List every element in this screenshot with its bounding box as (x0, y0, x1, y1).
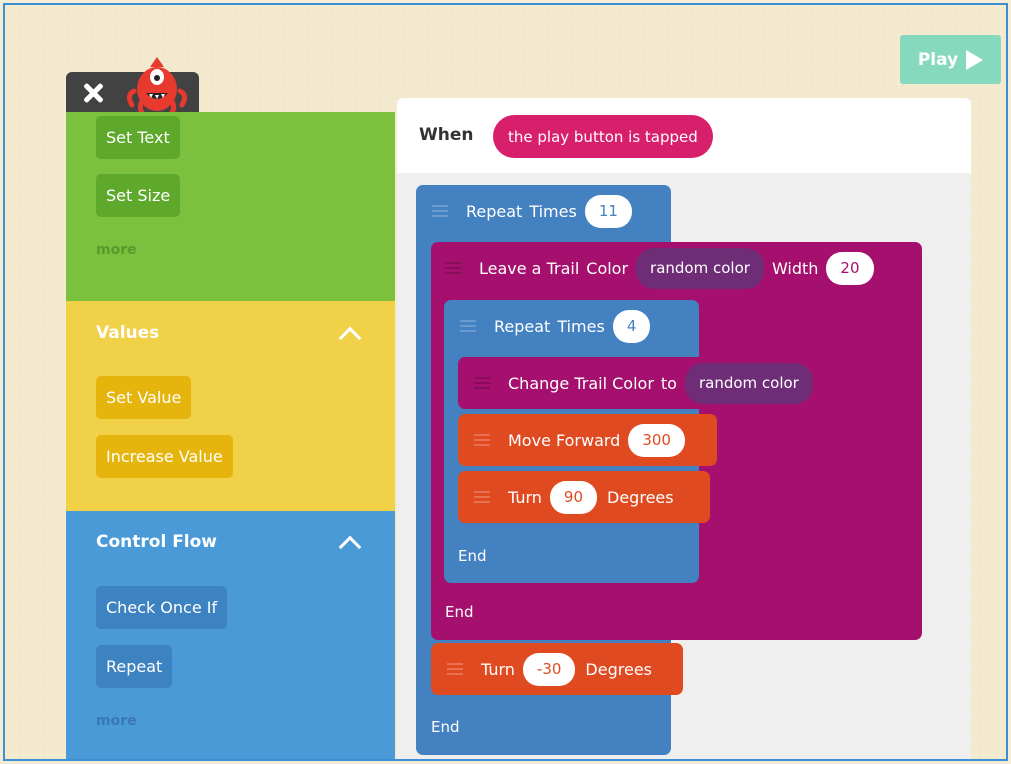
change-trail-row: Change Trail Color to random color (474, 357, 821, 409)
when-label: When (419, 125, 474, 145)
when-rule-bar: When the play button is tapped (397, 98, 971, 173)
move-forward-row: Move Forward 300 (474, 414, 685, 466)
turn-row: Turn 90 Degrees (474, 471, 674, 523)
play-icon (966, 49, 984, 70)
move-forward-label: Move Forward (508, 430, 621, 450)
to-label: to (660, 373, 677, 393)
palette-section-values: Values Set Value Increase Value (66, 301, 395, 511)
drag-handle-icon[interactable] (474, 377, 490, 389)
angle-input[interactable]: 90 (549, 480, 598, 514)
app-frame: Play Set Text Set Size more Values Set V… (3, 3, 1008, 761)
degrees-label: Degrees (607, 487, 674, 507)
leave-trail-header: Leave a Trail Color random color Width 2… (445, 242, 874, 294)
turn-row: Turn -30 Degrees (447, 643, 652, 695)
end-label: End (431, 718, 460, 736)
close-icon[interactable] (80, 80, 106, 106)
leave-trail-label: Leave a Trail (479, 258, 580, 278)
drag-handle-icon[interactable] (447, 663, 463, 675)
repeat-block[interactable]: Repeat (96, 645, 173, 688)
monster-mascot-icon (126, 57, 188, 116)
angle-input[interactable]: -30 (522, 652, 576, 686)
distance-input[interactable]: 300 (628, 423, 685, 457)
times-label: Times (529, 201, 577, 221)
color-value-input[interactable]: random color (636, 247, 764, 289)
drag-handle-icon[interactable] (474, 491, 490, 503)
event-trigger-pill[interactable]: the play button is tapped (493, 115, 713, 158)
turn-block-outer[interactable]: Turn -30 Degrees (431, 643, 683, 695)
change-trail-label: Change Trail Color (508, 373, 654, 393)
turn-label: Turn (508, 487, 542, 507)
drag-handle-icon[interactable] (474, 434, 490, 446)
width-label: Width (771, 258, 819, 278)
trail-color-input[interactable]: random color (684, 362, 813, 404)
turn-label: Turn (481, 659, 515, 679)
play-label: Play (917, 49, 959, 70)
end-label: End (458, 547, 487, 565)
palette-section-control-flow: Control Flow Check Once If Repeat more (66, 511, 395, 759)
section-title-control-flow[interactable]: Control Flow (96, 532, 217, 552)
repeat-label: Repeat (494, 316, 551, 336)
play-button[interactable]: Play (900, 35, 1001, 84)
set-value-block[interactable]: Set Value (96, 376, 192, 419)
repeat-label: Repeat (466, 201, 523, 221)
repeat-header: Repeat Times 11 (432, 185, 632, 237)
section-title-values[interactable]: Values (96, 323, 159, 343)
width-input[interactable]: 20 (826, 251, 874, 285)
repeat-count-input[interactable]: 4 (612, 309, 651, 343)
block-palette: Set Text Set Size more Values Set Value … (66, 112, 395, 759)
drag-handle-icon[interactable] (445, 262, 461, 274)
times-label: Times (557, 316, 605, 336)
drag-handle-icon[interactable] (460, 320, 476, 332)
move-forward-block[interactable]: Move Forward 300 (458, 414, 717, 466)
end-label: End (445, 603, 474, 621)
more-link[interactable]: more (96, 713, 137, 729)
more-link[interactable]: more (96, 242, 137, 258)
script-canvas: When the play button is tapped Repeat Ti… (397, 98, 971, 759)
chevron-up-icon[interactable] (338, 535, 362, 559)
set-size-block[interactable]: Set Size (96, 174, 181, 217)
increase-value-block[interactable]: Increase Value (96, 435, 233, 478)
change-trail-color-block[interactable]: Change Trail Color to random color (458, 357, 851, 409)
repeat-header: Repeat Times 4 (460, 300, 651, 352)
set-text-block[interactable]: Set Text (96, 116, 180, 159)
color-label: Color (586, 258, 629, 278)
palette-section-text: Set Text Set Size more (66, 112, 395, 301)
repeat-count-input[interactable]: 11 (584, 194, 632, 228)
chevron-up-icon[interactable] (338, 326, 362, 350)
check-once-if-block[interactable]: Check Once If (96, 586, 228, 629)
drag-handle-icon[interactable] (432, 205, 448, 217)
turn-block-inner[interactable]: Turn 90 Degrees (458, 471, 710, 523)
degrees-label: Degrees (585, 659, 652, 679)
